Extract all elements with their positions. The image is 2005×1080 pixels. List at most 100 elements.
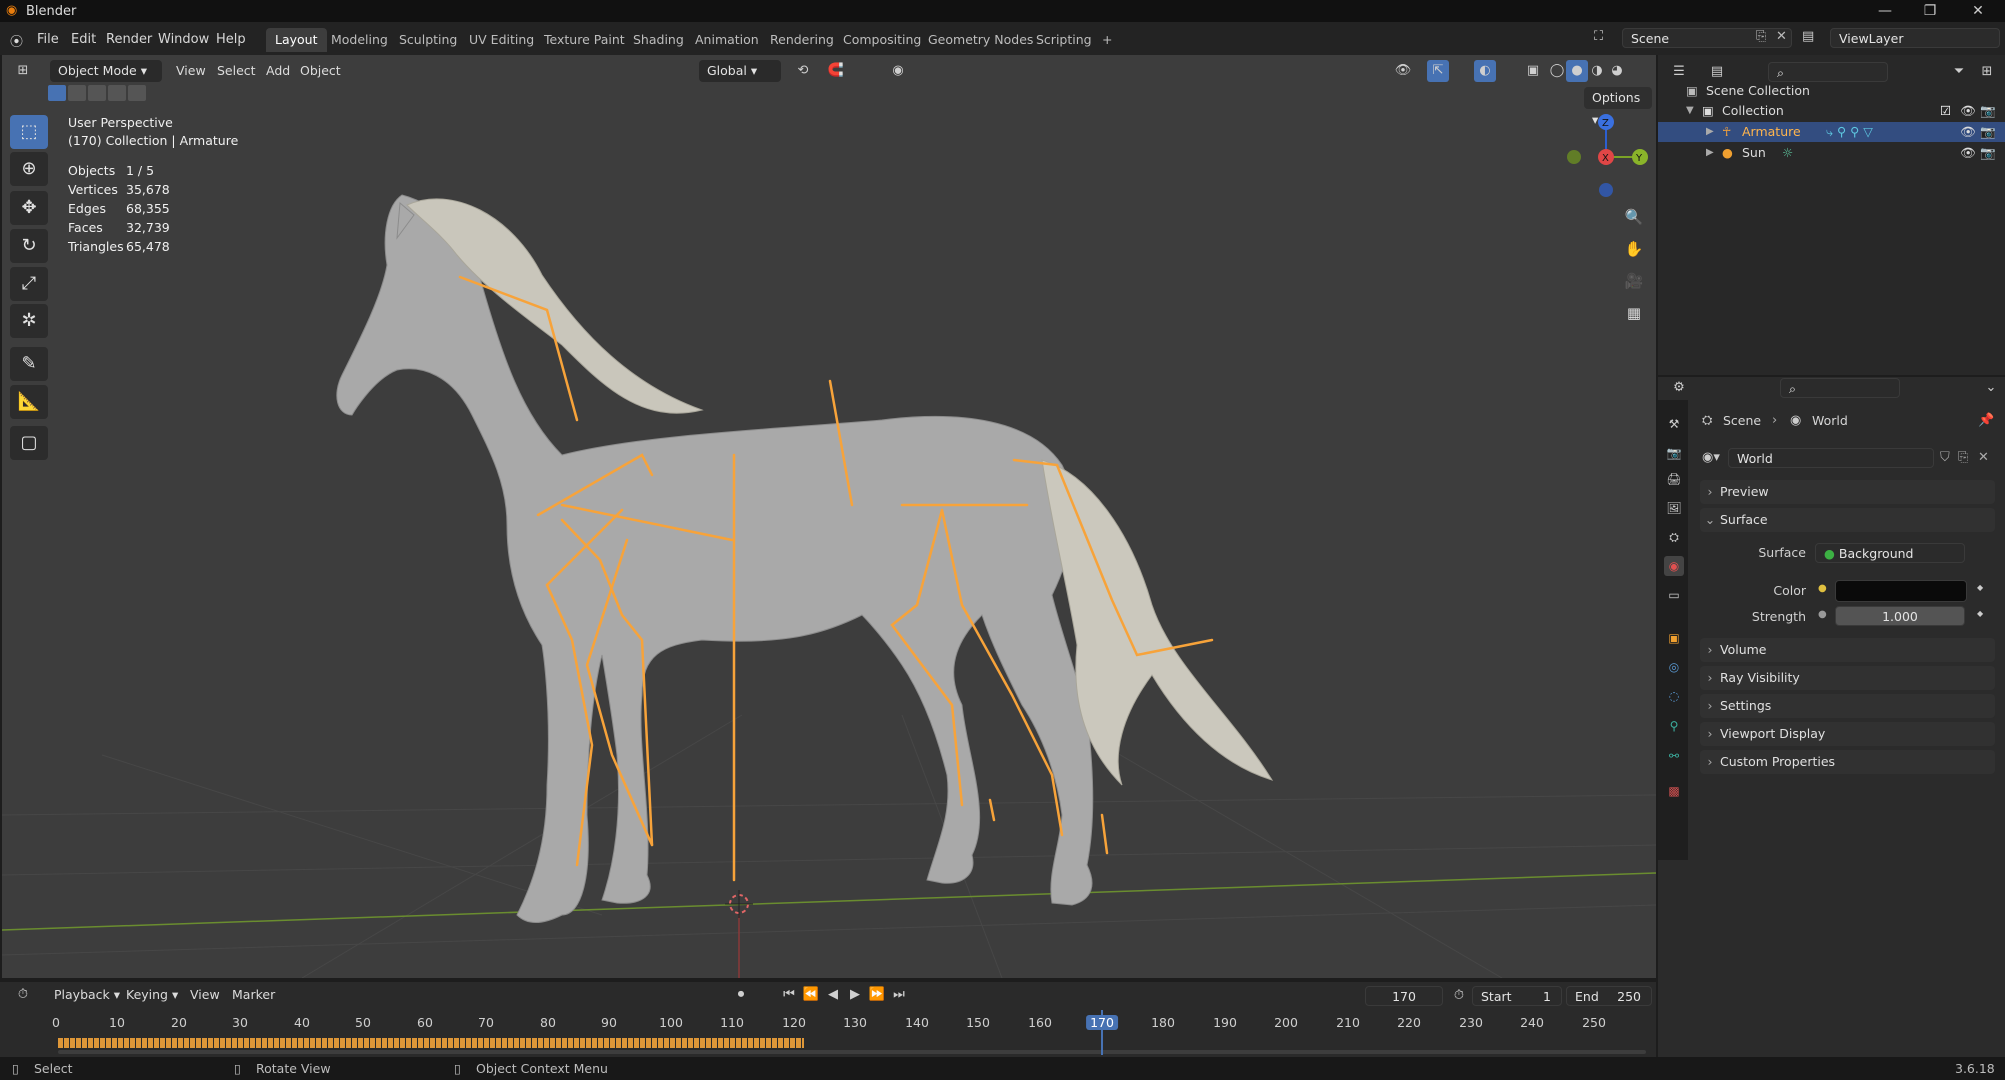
world-datablock-icon[interactable]: ◉▾ [1702, 450, 1720, 465]
tab-sculpting[interactable]: Sculpting [390, 28, 466, 52]
new-scene-icon[interactable]: ⎘ [1756, 29, 1766, 44]
physics-tab-icon[interactable]: ◌ [1664, 686, 1684, 706]
select-subtract-mode-icon[interactable] [88, 85, 106, 101]
color-socket-icon[interactable]: ● [1818, 583, 1827, 594]
start-frame-input[interactable]: Start 1 [1472, 986, 1562, 1006]
visibility-icon[interactable]: 👁 [1392, 60, 1414, 82]
current-frame-input[interactable]: 170 [1365, 986, 1443, 1006]
color-swatch[interactable] [1835, 580, 1967, 602]
perspective-toggle-icon[interactable]: ▦ [1620, 299, 1648, 327]
menu-keying[interactable]: Keying ▾ [126, 984, 178, 1006]
wireframe-shading-icon[interactable]: ◯ [1546, 60, 1568, 82]
horse-mesh[interactable] [336, 194, 1094, 923]
play-icon[interactable]: ▶ [844, 984, 866, 1006]
measure-tool-icon[interactable]: 📐 [10, 385, 48, 419]
menu-file[interactable]: File [37, 32, 59, 47]
end-frame-input[interactable]: End 250 [1566, 986, 1652, 1006]
minimize-button[interactable]: — [1865, 2, 1905, 20]
unlink-world-icon[interactable]: ✕ [1978, 450, 1989, 465]
tab-modeling[interactable]: Modeling [322, 28, 397, 52]
pan-hand-icon[interactable]: ✋ [1620, 235, 1648, 263]
fake-user-icon[interactable]: ⛉ [1940, 450, 1950, 465]
rotate-tool-icon[interactable]: ↻ [10, 229, 48, 263]
tab-scripting[interactable]: Scripting [1027, 28, 1101, 52]
view-layer-selector[interactable]: ViewLayer [1830, 28, 2000, 48]
jump-end-icon[interactable]: ⏭ [888, 984, 910, 1006]
properties-options-chevron-icon[interactable]: ⌄ [1980, 377, 2002, 399]
navigation-gizmo[interactable]: Z X Y [1567, 114, 1648, 197]
surface-shader-selector[interactable]: ● Background [1815, 543, 1965, 563]
tab-compositing[interactable]: Compositing [834, 28, 930, 52]
select-extend-mode-icon[interactable] [68, 85, 86, 101]
xray-toggle-icon[interactable]: ▣ [1522, 60, 1544, 82]
tab-geometry-nodes[interactable]: Geometry Nodes [919, 28, 1042, 52]
menu-render[interactable]: Render [106, 32, 152, 47]
menu-add[interactable]: Add [266, 60, 290, 82]
menu-view[interactable]: View [176, 60, 206, 82]
editor-type-icon[interactable]: ⊞ [12, 60, 34, 82]
panel-preview[interactable]: › Preview [1700, 480, 1995, 504]
current-frame-marker[interactable]: 170 [1086, 1015, 1118, 1030]
gizmo-neg-y[interactable] [1567, 150, 1581, 164]
move-tool-icon[interactable]: ✥ [10, 191, 48, 225]
scale-tool-icon[interactable]: ⤢ [10, 267, 48, 301]
menu-marker[interactable]: Marker [232, 984, 275, 1006]
object-tab-icon[interactable]: ▣ [1664, 628, 1684, 648]
texture-tab-icon[interactable]: ▩ [1664, 781, 1684, 801]
maximize-button[interactable]: ❐ [1910, 2, 1950, 20]
overlay-toggle-icon[interactable]: ◐ [1474, 60, 1496, 82]
expand-chevron-icon[interactable]: ▶ [1706, 143, 1714, 163]
select-box-mode-icon[interactable] [48, 85, 66, 101]
mode-selector[interactable]: Object Mode ▾ [50, 60, 162, 82]
panel-custom-properties[interactable]: › Custom Properties [1700, 750, 1995, 774]
panel-ray-visibility[interactable]: › Ray Visibility [1700, 666, 1995, 690]
close-button[interactable]: ✕ [1958, 2, 1998, 20]
world-datablock-selector[interactable]: World [1728, 448, 1934, 468]
eye-icon[interactable]: 👁 [1960, 122, 1976, 142]
strength-keyframe-icon[interactable]: ◆ [1977, 609, 1983, 618]
output-tab-icon[interactable]: 🖨 [1664, 469, 1684, 489]
material-shading-icon[interactable]: ◑ [1586, 60, 1608, 82]
outliner-row-sun[interactable]: ▶ ● Sun ☼ 👁 📷 [1658, 143, 2005, 163]
select-intersect-mode-icon[interactable] [128, 85, 146, 101]
scene-selector[interactable]: Scene [1622, 28, 1792, 48]
proportional-edit-icon[interactable]: ◉ [887, 60, 909, 82]
menu-edit[interactable]: Edit [71, 32, 96, 47]
gizmo-toggle-icon[interactable]: ⇱ [1427, 60, 1449, 82]
rendered-shading-icon[interactable]: ◕ [1606, 60, 1628, 82]
menu-object[interactable]: Object [300, 60, 341, 82]
view-layer-tab-icon[interactable]: 🖼 [1664, 498, 1684, 518]
add-cube-tool-icon[interactable]: ▢ [10, 426, 48, 460]
outliner-row-scene-collection[interactable]: ▣ Scene Collection [1658, 81, 2005, 101]
tab-animation[interactable]: Animation [686, 28, 768, 52]
color-keyframe-icon[interactable]: ◆ [1977, 583, 1983, 592]
render-tab-icon[interactable]: 📷 [1664, 443, 1684, 463]
outliner-search-input[interactable]: ⌕ [1768, 62, 1888, 82]
tab-shading[interactable]: Shading [624, 28, 693, 52]
checkbox-icon[interactable]: ☑ [1940, 101, 1951, 121]
record-icon[interactable]: ⏺ [730, 984, 752, 1006]
zoom-icon[interactable]: 🔍 [1620, 203, 1648, 231]
new-collection-icon[interactable]: ⊞ [1976, 61, 1998, 83]
preview-range-icon[interactable]: ⏱ [1448, 985, 1470, 1007]
expand-chevron-icon[interactable]: ▼ [1686, 101, 1694, 121]
camera-icon[interactable]: 📷 [1980, 143, 1996, 163]
panel-surface[interactable]: ⌄ Surface [1700, 508, 1995, 532]
menu-window[interactable]: Window [158, 32, 209, 47]
camera-view-icon[interactable]: 🎥 [1620, 267, 1648, 295]
strength-input[interactable]: 1.000 [1835, 606, 1965, 626]
blender-menu-icon[interactable]: ⦿ [10, 31, 23, 50]
select-tool-icon[interactable]: ⬚ [10, 115, 48, 149]
display-mode-icon[interactable]: ▤ [1706, 61, 1728, 83]
panel-settings[interactable]: › Settings [1700, 694, 1995, 718]
outliner-editor-type-icon[interactable]: ☰ [1668, 61, 1690, 83]
menu-timeline-view[interactable]: View [190, 984, 220, 1006]
filter-icon[interactable]: ⏷ [1948, 61, 1970, 83]
jump-start-icon[interactable]: ⏮ [778, 984, 800, 1006]
3d-viewport[interactable]: Z X Y ⊞ Object Mode ▾ View Select Add Ob… [2, 55, 1656, 978]
menu-playback[interactable]: Playback ▾ [54, 984, 120, 1006]
annotate-tool-icon[interactable]: ✎ [10, 347, 48, 381]
bone-tab-icon[interactable]: ⚯ [1664, 746, 1684, 766]
timeline-editor-type-icon[interactable]: ⏱ [12, 984, 34, 1006]
select-invert-mode-icon[interactable] [108, 85, 126, 101]
